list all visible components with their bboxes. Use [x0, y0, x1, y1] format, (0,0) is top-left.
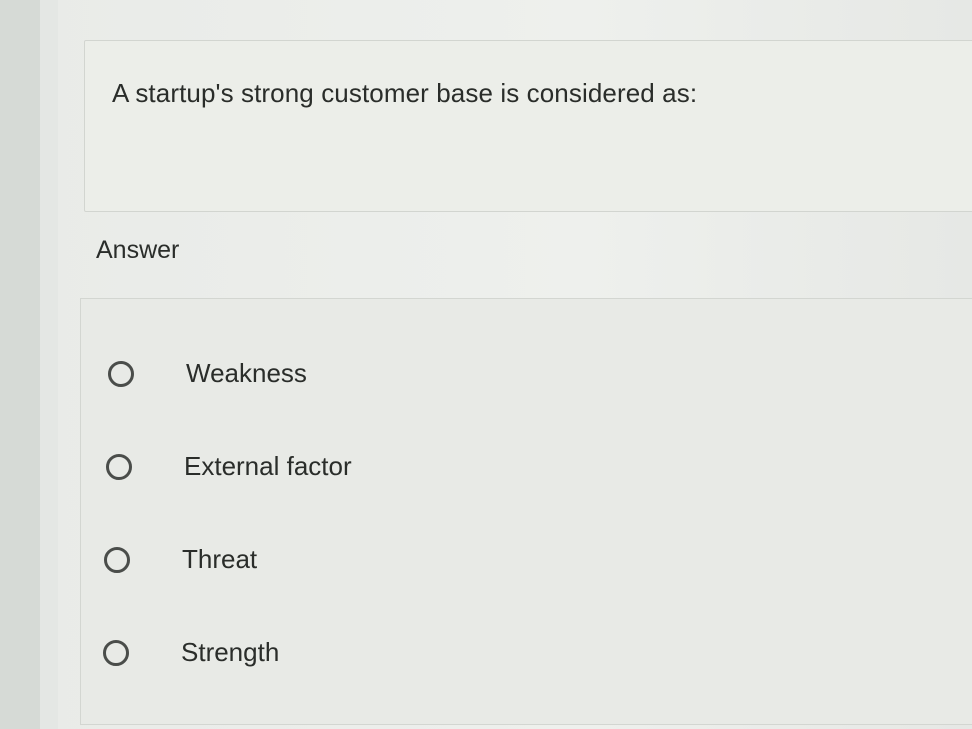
- radio-button[interactable]: [103, 639, 129, 666]
- answer-option-threat[interactable]: Threat: [104, 544, 257, 575]
- left-rail-edge: [40, 0, 58, 729]
- option-label: Weakness: [186, 358, 307, 388]
- option-label: Strength: [181, 637, 280, 667]
- quiz-page: A startup's strong customer base is cons…: [0, 0, 972, 729]
- answer-option-external-factor[interactable]: External factor: [106, 451, 352, 482]
- question-text: A startup's strong customer base is cons…: [112, 78, 698, 108]
- answer-label: Answer: [96, 236, 180, 264]
- answer-option-weakness[interactable]: Weakness: [108, 358, 307, 389]
- answer-option-strength[interactable]: Strength: [103, 637, 279, 668]
- radio-button[interactable]: [106, 453, 132, 480]
- left-rail: [0, 0, 40, 729]
- radio-button[interactable]: [104, 546, 130, 573]
- radio-button[interactable]: [108, 360, 134, 387]
- question-card: [84, 40, 972, 212]
- option-label: External factor: [184, 451, 352, 481]
- option-label: Threat: [182, 544, 258, 574]
